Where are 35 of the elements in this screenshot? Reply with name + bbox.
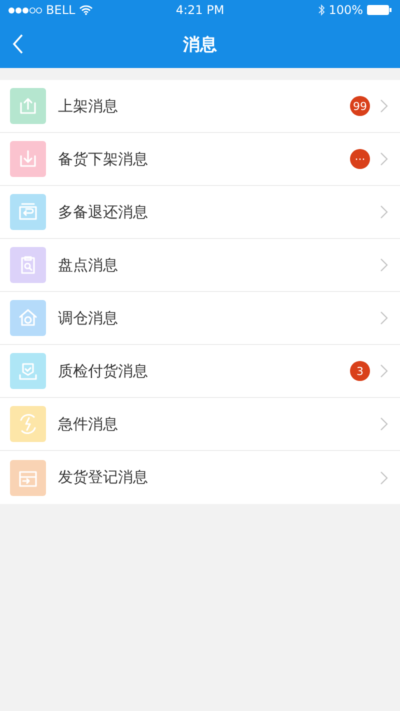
chevron-right-icon xyxy=(380,258,388,272)
chevron-right-icon xyxy=(380,417,388,431)
item-label: 急件消息 xyxy=(58,414,119,434)
item-label: 质检付货消息 xyxy=(58,362,149,380)
message-category-item[interactable]: 调仓消息 xyxy=(0,292,400,345)
unread-count: ··· xyxy=(350,149,370,169)
item-label: 上架消息 xyxy=(58,96,119,116)
chevron-right-icon xyxy=(380,152,388,166)
chevron-right-icon xyxy=(380,205,388,219)
item-label: 多备退还消息 xyxy=(58,202,149,222)
wifi-icon xyxy=(79,5,94,15)
chevron-right-icon xyxy=(380,364,388,378)
message-category-item[interactable]: 发货登记消息 xyxy=(0,451,400,504)
chevron-right-icon xyxy=(380,311,388,325)
message-category-item[interactable]: 盘点消息 xyxy=(0,239,400,292)
status-time: 4:21 PM xyxy=(176,3,224,17)
item-label: 发货登记消息 xyxy=(58,468,149,487)
chevron-right-icon xyxy=(380,99,388,113)
message-category-item[interactable]: 急件消息 xyxy=(0,398,400,451)
item-label: 备货下架消息 xyxy=(58,150,149,168)
message-category-item[interactable]: 质检付货消息 3 xyxy=(0,345,400,398)
item-label: 调仓消息 xyxy=(58,308,119,328)
battery-percent: 100% xyxy=(328,3,363,17)
message-category-item[interactable]: 多备退还消息 xyxy=(0,186,400,239)
carrier-name: BELL xyxy=(46,3,76,17)
unread-count: 99 xyxy=(350,96,370,116)
signal-icon xyxy=(8,6,42,14)
page-title: 消息 xyxy=(183,34,217,56)
chevron-right-icon xyxy=(380,470,388,484)
item-label: 盘点消息 xyxy=(58,256,119,274)
unread-count: 3 xyxy=(350,361,370,381)
message-category-item[interactable]: 上架消息 99 xyxy=(0,80,400,133)
battery-icon xyxy=(367,5,392,15)
message-category-item[interactable]: 备货下架消息 ··· xyxy=(0,133,400,186)
bluetooth-icon xyxy=(318,4,325,16)
